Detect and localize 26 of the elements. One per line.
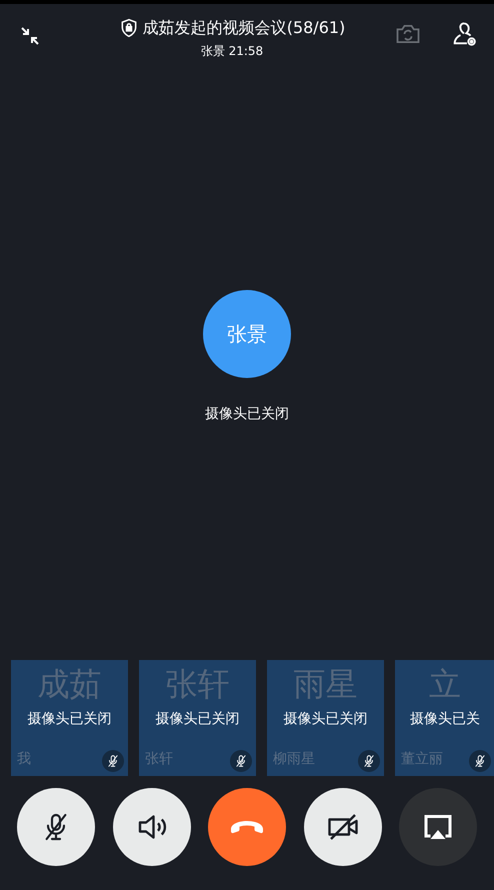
camera-off-label: 摄像头已关闭 <box>205 404 289 424</box>
tile-name-watermark: 雨星 <box>294 666 358 702</box>
tile-name-watermark: 张轩 <box>166 666 230 702</box>
speaker-avatar: 张景 <box>203 290 291 378</box>
participant-name: 张轩 <box>145 750 173 769</box>
meeting-subtitle: 张景 21:58 <box>200 43 264 60</box>
participant-tile[interactable]: 成茹 摄像头已关闭 我 <box>11 660 128 776</box>
participant-tile[interactable]: 雨星 摄像头已关闭 柳雨星 <box>267 660 384 776</box>
tile-status: 摄像头已关闭 <box>28 710 112 728</box>
muted-mic-icon <box>473 754 487 768</box>
tile-name-watermark: 立 <box>429 666 461 702</box>
tile-status: 摄像头已关 <box>410 710 480 728</box>
meeting-title: 成茹发起的视频会议(58/61) <box>142 17 346 39</box>
participant-name: 柳雨星 <box>273 750 315 769</box>
tile-name-watermark: 成茹 <box>38 666 102 702</box>
muted-mic-icon <box>106 754 120 768</box>
tile-status: 摄像头已关闭 <box>156 710 240 728</box>
muted-mic-icon <box>362 754 376 768</box>
participant-name: 董立丽 <box>401 750 443 769</box>
participant-tile[interactable]: 张轩 摄像头已关闭 张轩 <box>139 660 256 776</box>
phone-icon <box>231 820 263 834</box>
lock-shield-icon <box>118 18 139 38</box>
participant-tile[interactable]: 立 摄像头已关 董立丽 <box>395 660 494 776</box>
participant-name: 我 <box>17 750 31 769</box>
tile-status: 摄像头已关闭 <box>284 710 368 728</box>
muted-mic-icon <box>234 754 248 768</box>
